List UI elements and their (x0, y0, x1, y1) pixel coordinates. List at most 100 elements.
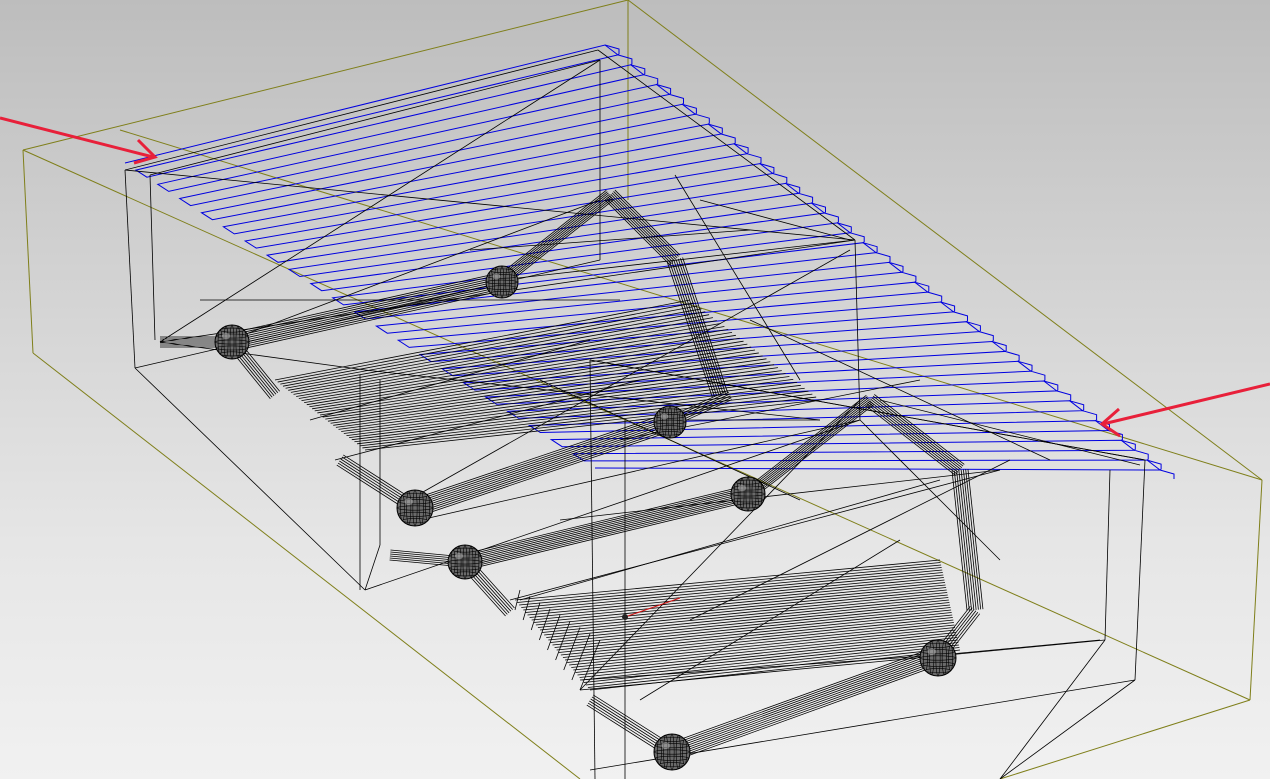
beam-bundle (867, 402, 959, 473)
arrow-icon (1102, 382, 1270, 426)
beam-bundle (669, 648, 938, 746)
sphere-highlight (660, 413, 669, 420)
beam-bundle (496, 189, 607, 278)
beam-bundle (752, 403, 873, 497)
swept-surface (569, 624, 955, 666)
beam-bundle (951, 470, 968, 611)
toolpath-raster (124, 44, 1162, 471)
beam-bundle (466, 500, 752, 571)
sphere-node-icon (653, 733, 691, 771)
wireframe-scene[interactable] (0, 0, 1270, 779)
beam-bundle (865, 405, 956, 476)
beam-bundle (411, 413, 668, 500)
beam-bundle (960, 469, 977, 610)
swept-surface (589, 649, 961, 691)
beam-bundle (233, 288, 502, 350)
beam-bundle (231, 280, 500, 342)
beam-bundle (229, 272, 499, 334)
beam-bundle (672, 657, 942, 756)
stock-edge (1249, 479, 1263, 701)
swept-surface (564, 619, 954, 661)
swept-surface (556, 609, 952, 651)
part-triangulation (749, 319, 1051, 461)
beam-bundle (501, 196, 612, 285)
part-triangulation (859, 419, 1001, 561)
beam-bundle (233, 286, 502, 348)
beam-bundle (749, 399, 870, 493)
beam-bundle (465, 495, 751, 565)
part-edge (589, 359, 596, 779)
part-triangulation (879, 399, 1141, 466)
part-edge (364, 544, 381, 591)
sphere-node-icon (919, 639, 957, 677)
sphere-highlight (492, 273, 501, 280)
beam-bundle (415, 422, 671, 510)
sphere-node-icon (653, 405, 687, 439)
swept-surface (293, 320, 717, 395)
beam-bundle (604, 199, 671, 266)
beam-bundle (958, 470, 975, 611)
part-edge (1134, 459, 1146, 681)
part-edge (124, 49, 599, 171)
beam-bundle (230, 276, 499, 338)
part-edge (1104, 469, 1111, 641)
beam-bundle (872, 395, 964, 467)
beam-bundle (963, 469, 979, 610)
swept-surface (522, 596, 531, 621)
beam-bundle (465, 493, 751, 564)
zigzag-raster-toolpath (124, 44, 1175, 479)
swept-surface (550, 602, 950, 643)
beam-bundle (965, 469, 982, 610)
sphere-node-icon (730, 476, 766, 512)
swept-surface (577, 634, 957, 676)
part-edge (134, 367, 366, 591)
beam-bundle (463, 486, 749, 557)
stock-edge (22, 149, 34, 354)
beam-bundle (464, 490, 750, 560)
beam-bundle (465, 496, 752, 567)
beam-bundle (953, 470, 970, 611)
beam-bundle (610, 194, 676, 260)
part-edge (999, 639, 1106, 779)
swept-surface (573, 629, 956, 671)
swept-surface (562, 617, 953, 658)
beam-bundle (967, 469, 984, 610)
annotation-arrow-right (1099, 382, 1270, 438)
part-triangulation (939, 639, 1101, 656)
sphere-highlight (454, 552, 464, 560)
sphere-node-icon (447, 544, 483, 580)
stock-edge (22, 0, 629, 151)
part-edge (149, 174, 156, 341)
sphere-highlight (404, 498, 414, 505)
beam-bundle (463, 488, 750, 559)
beam-bundle (463, 484, 749, 555)
beam-bundle (416, 426, 672, 514)
sphere-node-icon (214, 324, 250, 360)
part-triangulation (159, 341, 366, 371)
sphere-highlight (927, 648, 937, 655)
sphere-highlight (221, 332, 231, 340)
beam-bundle (232, 282, 501, 344)
sphere-highlight (737, 484, 747, 492)
beam-bundle (464, 491, 750, 562)
beam-bundle (607, 196, 674, 263)
part-edge (999, 679, 1136, 779)
swept-surface (560, 614, 953, 656)
beam-bundle (674, 663, 944, 761)
beam-bundle (466, 498, 752, 569)
wireframe-machined-part (124, 49, 1146, 779)
beam-bundle (414, 420, 670, 508)
sphere-node-icon (396, 489, 434, 527)
swept-surface (554, 607, 951, 648)
beam-bundle (498, 192, 609, 281)
swept-surface (571, 627, 956, 668)
beam-bundle (956, 470, 972, 611)
beam-bundle (751, 401, 872, 496)
swept-surface (587, 647, 960, 688)
sphere-node-icon (485, 265, 519, 299)
swept-surface (274, 299, 691, 381)
sphere-highlight (661, 742, 671, 749)
beam-bundle (670, 649, 939, 748)
3d-viewport[interactable] (0, 0, 1270, 779)
stock-edge (999, 699, 1251, 779)
